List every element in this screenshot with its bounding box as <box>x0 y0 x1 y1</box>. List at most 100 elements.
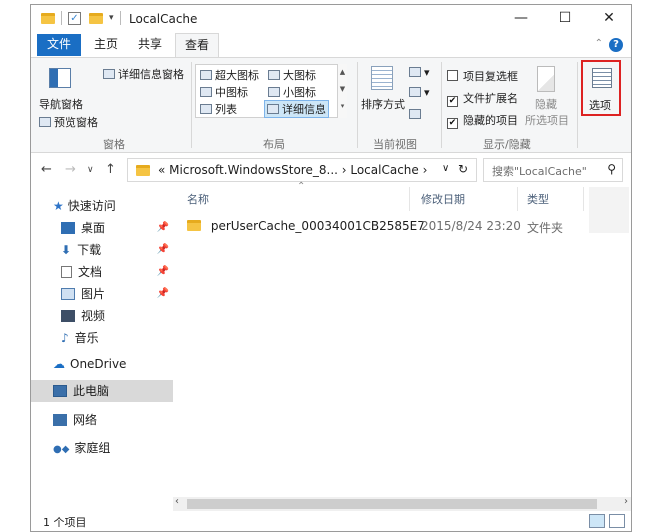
details-pane-button[interactable]: 详细信息窗格 <box>103 66 184 82</box>
pin-icon[interactable]: 📌 <box>157 217 169 239</box>
sort-by-button[interactable]: 排序方式 <box>361 96 405 112</box>
add-columns-button[interactable]: ▾ <box>409 86 430 99</box>
collapse-ribbon-icon[interactable]: ⌃ <box>595 38 603 49</box>
nav-item-documents[interactable]: 文档 📌 <box>31 261 173 283</box>
file-extensions-label: 文件扩展名 <box>463 92 518 105</box>
layout-medium-label: 中图标 <box>215 86 248 99</box>
pin-icon[interactable]: 📌 <box>157 283 169 305</box>
pictures-icon <box>61 288 75 300</box>
table-row[interactable]: perUserCache_00034001CB2585E7 <box>187 219 425 239</box>
layout-medium-icons[interactable]: 中图标 <box>200 84 248 100</box>
checkbox-checked: ✔ <box>447 96 458 107</box>
sort-by-icon[interactable] <box>371 66 393 90</box>
desktop-icon <box>61 222 75 234</box>
new-folder-icon[interactable] <box>89 12 103 24</box>
options-icon <box>592 68 612 88</box>
tab-share[interactable]: 共享 <box>131 33 169 57</box>
column-divider[interactable] <box>583 187 584 211</box>
file-extensions-toggle[interactable]: ✔ 文件扩展名 <box>447 90 518 107</box>
back-arrow-icon[interactable]: ← <box>41 162 52 177</box>
large-icons-view-icon[interactable] <box>609 514 625 528</box>
group-label-show-hide: 显示/隐藏 <box>483 138 531 151</box>
ribbon-divider <box>357 62 358 148</box>
item-checkboxes-toggle[interactable]: 项目复选框 <box>447 68 518 84</box>
nav-item-videos[interactable]: 视频 <box>31 305 173 327</box>
customize-toolbar-chevron-icon[interactable]: ▾ <box>109 13 114 23</box>
item-checkboxes-label: 项目复选框 <box>463 70 518 83</box>
hidden-items-label: 隐藏的项目 <box>463 114 518 127</box>
details-icon <box>267 104 279 114</box>
up-arrow-icon[interactable]: ↑ <box>105 162 116 177</box>
layout-list-label: 列表 <box>215 103 237 116</box>
nav-item-pictures[interactable]: 图片 📌 <box>31 283 173 305</box>
column-header-type[interactable]: 类型 <box>527 191 549 207</box>
checkbox-unchecked <box>447 70 458 81</box>
nav-item-label: 视频 <box>81 309 106 323</box>
column-divider[interactable] <box>409 187 410 211</box>
nav-item-downloads[interactable]: ⬇ 下载 📌 <box>31 239 173 261</box>
scrollbar-thumb[interactable] <box>187 499 597 509</box>
nav-this-pc[interactable]: 此电脑 <box>31 380 173 402</box>
column-header-name[interactable]: 名称 <box>187 191 209 207</box>
search-icon[interactable]: ⚲ <box>607 162 616 176</box>
horizontal-scrollbar[interactable]: ‹ › <box>173 496 631 511</box>
column-header-modified[interactable]: 修改日期 <box>421 191 465 207</box>
document-icon <box>61 266 72 278</box>
nav-item-desktop[interactable]: 桌面 📌 <box>31 217 173 239</box>
pin-icon[interactable]: 📌 <box>157 261 169 283</box>
navigation-pane-button[interactable]: 导航窗格 <box>39 96 83 112</box>
column-divider[interactable] <box>517 187 518 211</box>
add-columns-icon <box>409 87 421 97</box>
size-columns-button[interactable] <box>409 108 424 121</box>
layout-extra-large-icons[interactable]: 超大图标 <box>200 67 259 83</box>
preview-pane-button[interactable]: 预览窗格 <box>39 114 98 130</box>
nav-quick-access[interactable]: ★ 快速访问 <box>31 195 173 217</box>
layout-details[interactable]: 详细信息 <box>264 100 329 118</box>
nav-network[interactable]: 网络 <box>31 409 173 431</box>
address-dropdown-icon[interactable]: ∨ <box>442 163 449 174</box>
layout-list[interactable]: 列表 <box>200 101 237 117</box>
tab-view[interactable]: 查看 <box>175 33 219 57</box>
nav-item-music[interactable]: ♪ 音乐 <box>31 327 173 349</box>
maximize-button[interactable]: ☐ <box>543 5 587 33</box>
nav-item-label: 文档 <box>78 265 103 279</box>
navigation-pane-icon[interactable] <box>49 68 71 88</box>
options-button[interactable]: 选项 <box>581 60 621 116</box>
recent-locations-chevron-icon[interactable]: ∨ <box>87 165 94 175</box>
minimize-button[interactable]: — <box>499 5 543 33</box>
nav-onedrive[interactable]: ☁ OneDrive <box>31 353 173 375</box>
hidden-items-toggle[interactable]: ✔ 隐藏的项目 <box>447 112 518 129</box>
group-by-button[interactable]: ▾ <box>409 66 430 79</box>
search-box[interactable]: 搜索"LocalCache" ⚲ <box>483 158 623 182</box>
address-bar[interactable]: « Microsoft.WindowsStore_8... › LocalCac… <box>127 158 477 182</box>
layout-gallery-scroll[interactable]: ▲ ▼ ▾ <box>337 64 347 118</box>
scroll-right-icon[interactable]: › <box>624 496 628 507</box>
layout-small-icons[interactable]: 小图标 <box>268 84 316 100</box>
ribbon: 导航窗格 预览窗格 详细信息窗格 窗格 超大图标 大图标 中图标 小图标 列表 … <box>31 57 631 153</box>
help-icon[interactable]: ? <box>609 38 623 52</box>
refresh-icon[interactable]: ↻ <box>458 162 468 176</box>
selected-items-label: 所选项目 <box>525 114 569 127</box>
tab-home[interactable]: 主页 <box>87 33 125 57</box>
scroll-left-icon[interactable]: ‹ <box>175 496 179 507</box>
ribbon-divider <box>441 62 442 148</box>
medium-icons-icon <box>200 87 212 97</box>
forward-arrow-icon[interactable]: → <box>65 162 76 177</box>
close-button[interactable]: ✕ <box>587 5 631 33</box>
nav-onedrive-label: OneDrive <box>70 357 127 371</box>
nav-homegroup[interactable]: ●◆ 家庭组 <box>31 437 173 459</box>
layout-large-icons[interactable]: 大图标 <box>268 67 316 83</box>
folder-icon <box>41 12 55 24</box>
details-view-icon[interactable] <box>589 514 605 528</box>
hide-selected-button[interactable]: 隐藏 <box>535 96 557 112</box>
ribbon-tabs: 文件 主页 共享 查看 ⌃ ? <box>31 33 631 57</box>
toolbar-divider <box>61 11 62 25</box>
properties-icon[interactable]: ✓ <box>68 11 81 25</box>
tab-file[interactable]: 文件 <box>37 34 81 56</box>
download-arrow-icon: ⬇ <box>61 243 72 257</box>
nav-item-label: 下载 <box>77 243 102 257</box>
pin-icon[interactable]: 📌 <box>157 239 169 261</box>
homegroup-icon: ●◆ <box>53 444 70 455</box>
preview-pane-icon <box>39 117 51 127</box>
nav-item-label: 桌面 <box>81 221 106 235</box>
